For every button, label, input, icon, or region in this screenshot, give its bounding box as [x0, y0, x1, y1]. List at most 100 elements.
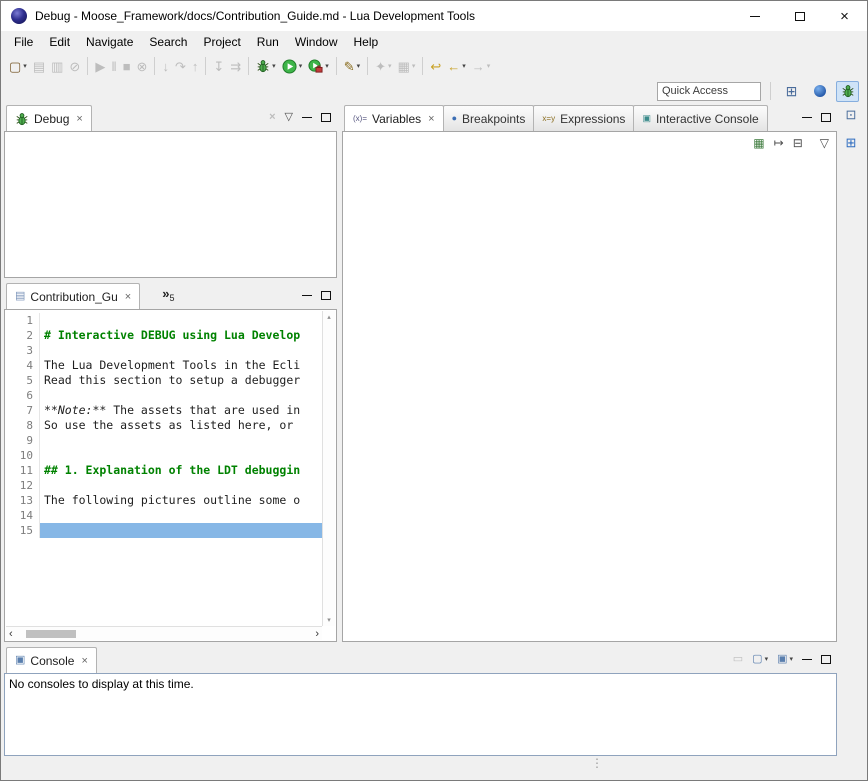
ldt-perspective-button[interactable] [808, 81, 831, 102]
maximize-button[interactable] [821, 113, 831, 122]
new-wizard-button[interactable]: ✦▾ [372, 55, 394, 77]
open-perspective-button[interactable]: ⊞ [780, 81, 803, 102]
toolbar-separator [248, 57, 249, 75]
tab-debug[interactable]: Debug × [6, 105, 92, 131]
tab-contribution-guide[interactable]: ▤ Contribution_Gu × [6, 283, 140, 309]
disconnect-icon: ⊗ [137, 60, 148, 73]
clear-console-button[interactable]: ▭ [733, 654, 743, 665]
terminate-button[interactable]: ■ [120, 55, 134, 77]
tab-interactive-console[interactable]: ▣Interactive Console [633, 105, 767, 131]
editor-line[interactable]: 13The following pictures outline some o [6, 493, 322, 508]
editor-line[interactable]: 15 [6, 523, 322, 538]
editor-line[interactable]: 11## 1. Explanation of the LDT debuggin [6, 463, 322, 478]
disconnect-button[interactable]: ⊗ [134, 55, 151, 77]
close-icon[interactable]: × [125, 291, 131, 303]
editor-line[interactable]: 3 [6, 343, 322, 358]
editor-line[interactable]: 1 [6, 313, 322, 328]
editor-line[interactable]: 2# Interactive DEBUG using Lua Develop [6, 328, 322, 343]
skip-all-breakpoints-icon: ⊘ [69, 60, 80, 73]
maximize-button[interactable] [321, 113, 331, 122]
step-over-button[interactable]: ↷ [172, 55, 189, 77]
maximize-button[interactable] [821, 655, 831, 664]
scroll-left-icon[interactable]: ‹ [9, 628, 13, 640]
save-button[interactable]: ▤ [30, 55, 48, 77]
close-icon[interactable]: × [81, 655, 87, 667]
console-body[interactable]: No consoles to display at this time. [4, 673, 837, 756]
menu-item-project[interactable]: Project [195, 32, 248, 52]
editor-line[interactable]: 10 [6, 448, 322, 463]
menu-item-file[interactable]: File [6, 32, 41, 52]
minimize-button[interactable] [302, 117, 312, 118]
forward-button[interactable]: →▾ [469, 55, 494, 77]
outline-view-button[interactable]: ⊞ [840, 133, 862, 153]
suspend-button[interactable]: ‖ [108, 55, 119, 77]
scroll-down-icon[interactable]: ▾ [327, 616, 331, 624]
display-selected-console-button[interactable]: ▢▾ [752, 654, 768, 665]
last-edit-location-button[interactable]: ↩ [427, 55, 444, 77]
run-button[interactable]: ▾ [279, 55, 306, 77]
menu-item-window[interactable]: Window [287, 32, 346, 52]
editor-line[interactable]: 7**Note:** The assets that are used in [6, 403, 322, 418]
skip-all-breakpoints-button[interactable]: ⊘ [66, 55, 83, 77]
remove-terminated-button[interactable]: × [269, 112, 275, 123]
tab-variables[interactable]: (x)=Variables× [344, 105, 444, 131]
editor-body[interactable]: 12# Interactive DEBUG using Lua Develop3… [4, 309, 337, 642]
editor-line[interactable]: 14 [6, 508, 322, 523]
mark-occurrences-button[interactable]: ✎▾ [341, 55, 363, 77]
tab-breakpoints[interactable]: ●Breakpoints [443, 105, 535, 131]
coverage-button[interactable]: ▦▾ [395, 55, 419, 77]
maximize-window-button[interactable] [777, 1, 822, 31]
quick-access-input[interactable] [657, 82, 761, 101]
menu-item-search[interactable]: Search [141, 32, 195, 52]
menu-item-run[interactable]: Run [249, 32, 287, 52]
scroll-up-icon[interactable]: ▴ [327, 313, 331, 321]
show-type-names-button[interactable]: ▦ [753, 137, 764, 149]
open-console-button[interactable]: ▣▾ [777, 654, 793, 665]
editor-line[interactable]: 12 [6, 478, 322, 493]
drop-to-frame-button[interactable]: ↧ [210, 55, 227, 77]
scroll-right-icon[interactable]: › [315, 628, 319, 640]
resume-button[interactable]: ▶ [92, 55, 108, 77]
editor-line[interactable]: 5Read this section to setup a debugger [6, 373, 322, 388]
show-logical-structures-button[interactable]: ↦ [774, 137, 784, 149]
minimize-window-button[interactable] [732, 1, 777, 31]
menu-item-edit[interactable]: Edit [41, 32, 78, 52]
editor-line[interactable]: 6 [6, 388, 322, 403]
status-grip-handle[interactable]: ⋮ [591, 756, 603, 770]
minimize-button[interactable] [802, 659, 812, 660]
tab-console[interactable]: ▣ Console × [6, 647, 97, 673]
file-icon: ▤ [15, 291, 25, 302]
close-icon[interactable]: × [76, 113, 82, 125]
minimize-button[interactable] [302, 295, 312, 296]
view-menu-button[interactable]: ▽ [285, 112, 293, 123]
back-button[interactable]: ←▾ [444, 55, 469, 77]
debug-perspective-button[interactable] [836, 81, 859, 102]
collapse-all-button[interactable]: ⊟ [793, 137, 803, 149]
new-button[interactable]: ▢▾ [6, 55, 30, 77]
debug-view-body[interactable] [4, 131, 337, 278]
use-step-filters-button[interactable]: ⇉ [227, 55, 244, 77]
close-icon[interactable]: × [428, 113, 434, 125]
step-into-button[interactable]: ↓ [159, 55, 172, 77]
menu-item-help[interactable]: Help [346, 32, 387, 52]
view-menu-button[interactable]: ▽ [820, 137, 829, 149]
minimize-button[interactable] [802, 117, 812, 118]
editor-line[interactable]: 8So use the assets as listed here, or [6, 418, 322, 433]
close-window-button[interactable]: × [822, 1, 867, 31]
save-all-button[interactable]: ▥ [48, 55, 66, 77]
editor-tab-overflow-button[interactable]: »5 [162, 283, 174, 309]
editor-line[interactable]: 9 [6, 433, 322, 448]
save-icon: ▤ [33, 60, 45, 73]
editor-vertical-scrollbar[interactable]: ▴ ▾ [322, 311, 335, 626]
scrollbar-thumb[interactable] [26, 630, 76, 638]
editor-horizontal-scrollbar[interactable]: ‹ › [6, 626, 322, 640]
step-return-button[interactable]: ↑ [189, 55, 202, 77]
menu-item-navigate[interactable]: Navigate [78, 32, 141, 52]
maximize-button[interactable] [321, 291, 331, 300]
variables-view-body[interactable] [342, 131, 837, 642]
external-tools-button[interactable]: ▾ [305, 55, 332, 77]
tab-expressions[interactable]: x=yExpressions [533, 105, 634, 131]
debug-button[interactable]: ▾ [253, 55, 279, 77]
restore-view-button[interactable]: ⊡ [840, 105, 862, 125]
editor-line[interactable]: 4The Lua Development Tools in the Ecli [6, 358, 322, 373]
